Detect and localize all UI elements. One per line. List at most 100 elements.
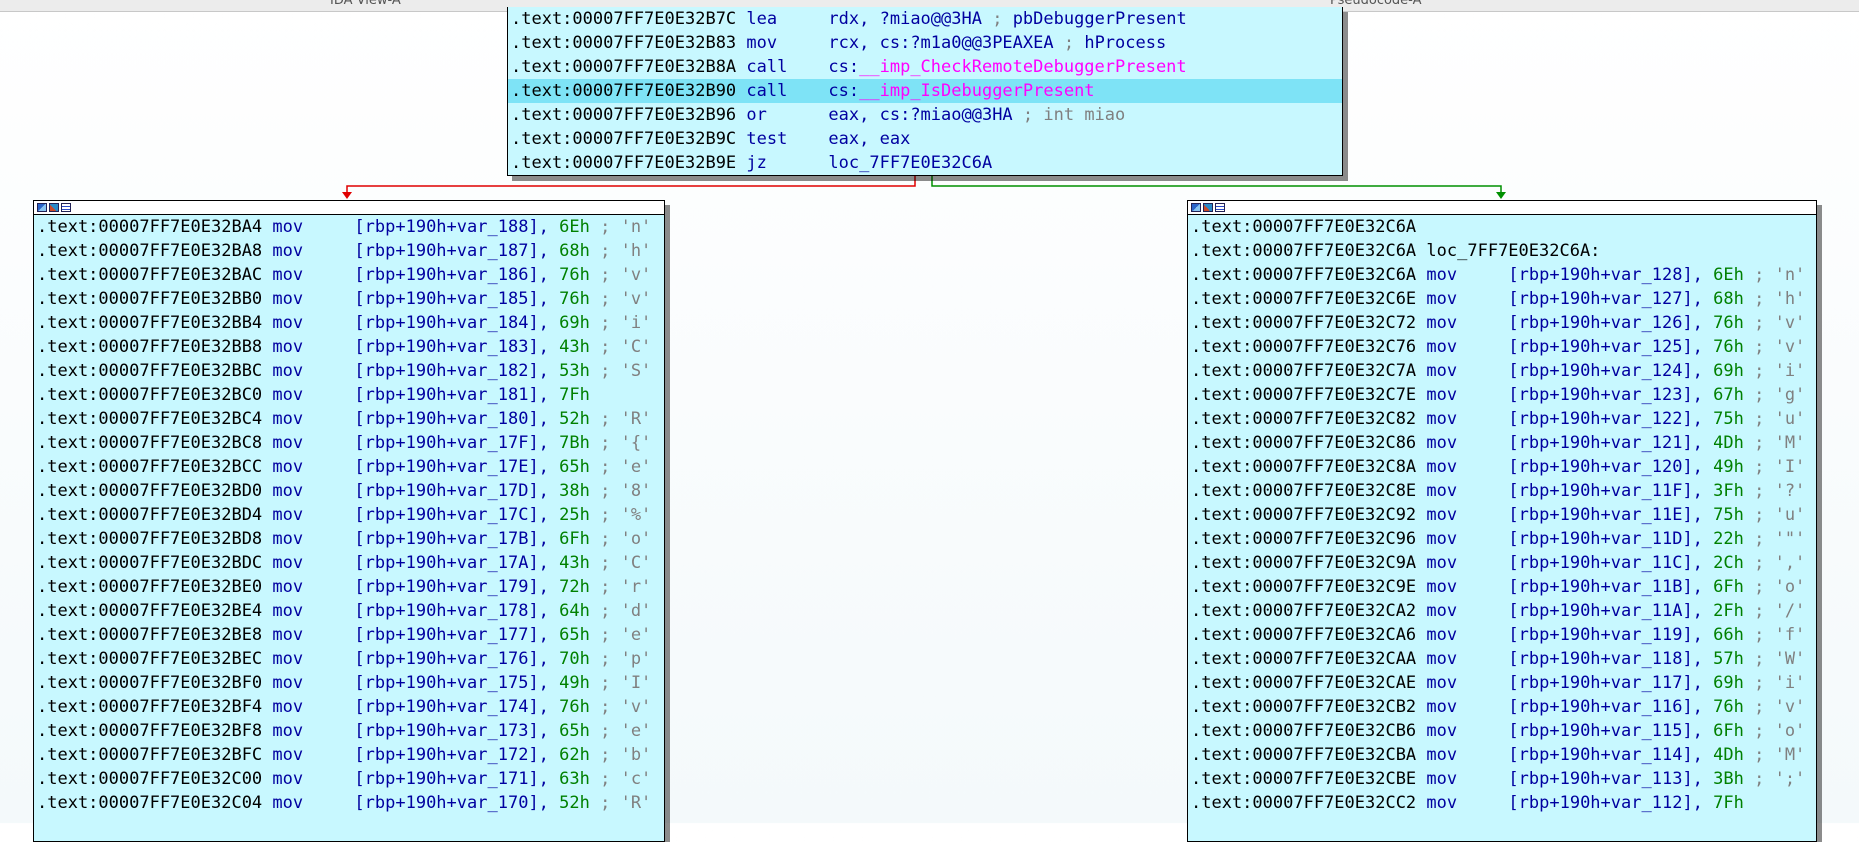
asm-line[interactable]: .text:00007FF7E0E32BB4 mov [rbp+190h+var_… [34,311,664,335]
immediate-value: 6Fh [1713,577,1744,597]
asm-line[interactable]: .text:00007FF7E0E32CAA mov [rbp+190h+var_… [1188,647,1816,671]
asm-line[interactable]: .text:00007FF7E0E32B83 mov rcx, cs:?m1a0@… [508,31,1342,55]
asm-line[interactable]: .text:00007FF7E0E32C6A loc_7FF7E0E32C6A: [1188,239,1816,263]
asm-line[interactable]: .text:00007FF7E0E32BD0 mov [rbp+190h+var_… [34,479,664,503]
asm-line[interactable]: .text:00007FF7E0E32C86 mov [rbp+190h+var_… [1188,431,1816,455]
asm-line[interactable]: .text:00007FF7E0E32BD8 mov [rbp+190h+var_… [34,527,664,551]
asm-line[interactable]: .text:00007FF7E0E32BB8 mov [rbp+190h+var_… [34,335,664,359]
stack-variable: var_177 [456,625,529,645]
block-list-icon[interactable] [61,203,71,212]
asm-line[interactable]: .text:00007FF7E0E32BF0 mov [rbp+190h+var_… [34,671,664,695]
asm-line[interactable]: .text:00007FF7E0E32BE0 mov [rbp+190h+var_… [34,575,664,599]
asm-line[interactable]: .text:00007FF7E0E32BF4 mov [rbp+190h+var_… [34,695,664,719]
asm-line[interactable]: .text:00007FF7E0E32BC0 mov [rbp+190h+var_… [34,383,664,407]
asm-line[interactable]: .text:00007FF7E0E32C82 mov [rbp+190h+var_… [1188,407,1816,431]
asm-line[interactable]: .text:00007FF7E0E32B9C test eax, eax [508,127,1342,151]
asm-line[interactable]: .text:00007FF7E0E32C72 mov [rbp+190h+var_… [1188,311,1816,335]
mnemonic: mov [272,217,304,237]
immediate-value: 6Fh [1713,721,1744,741]
operand-base: [rbp+190h+ [1508,697,1611,717]
block-list-icon[interactable] [1215,203,1225,212]
asm-line[interactable]: .text:00007FF7E0E32C76 mov [rbp+190h+var_… [1188,335,1816,359]
asm-line[interactable]: .text:00007FF7E0E32C6A mov [rbp+190h+var_… [1188,263,1816,287]
block-color-icon[interactable] [1191,203,1201,212]
operand-base: [rbp+190h+ [354,529,457,549]
asm-line[interactable]: .text:00007FF7E0E32BD4 mov [rbp+190h+var_… [34,503,664,527]
operand-base: [rbp+190h+ [1508,721,1611,741]
asm-line[interactable]: .text:00007FF7E0E32BE4 mov [rbp+190h+var_… [34,599,664,623]
operand-sep: ], [528,529,560,549]
stack-variable: var_178 [456,601,529,621]
stack-variable: var_173 [456,721,529,741]
asm-line[interactable]: .text:00007FF7E0E32C6E mov [rbp+190h+var_… [1188,287,1816,311]
operand-base: [rbp+190h+ [354,289,457,309]
asm-line[interactable]: .text:00007FF7E0E32BF8 mov [rbp+190h+var_… [34,719,664,743]
code-block-left[interactable]: .text:00007FF7E0E32BA4 mov [rbp+190h+var_… [33,200,665,842]
block-color-icon[interactable] [37,203,47,212]
immediate-value: 22h [1713,529,1744,549]
asm-line[interactable]: .text:00007FF7E0E32C96 mov [rbp+190h+var_… [1188,527,1816,551]
edge-true-branch [931,176,1502,194]
address: .text:00007FF7E0E32B7C [511,9,737,29]
address: .text:00007FF7E0E32BF4 [37,697,263,717]
asm-line[interactable]: .text:00007FF7E0E32B7C lea rdx, ?miao@@3H… [508,7,1342,31]
char-comment: ; 'v' [1743,313,1806,333]
char-comment: ; 'n' [589,217,652,237]
block-graph-icon[interactable] [49,203,59,212]
top-block-lines: .text:00007FF7E0E32B7C lea rdx, ?miao@@3H… [508,7,1342,175]
asm-line[interactable]: .text:00007FF7E0E32BB0 mov [rbp+190h+var_… [34,287,664,311]
asm-line[interactable]: .text:00007FF7E0E32CAE mov [rbp+190h+var_… [1188,671,1816,695]
operand-base: [rbp+190h+ [1508,577,1611,597]
asm-line[interactable]: .text:00007FF7E0E32B9E jz loc_7FF7E0E32C6… [508,151,1342,175]
asm-line[interactable]: .text:00007FF7E0E32CBA mov [rbp+190h+var_… [1188,743,1816,767]
code-block-right[interactable]: .text:00007FF7E0E32C6A .text:00007FF7E0E3… [1187,200,1817,842]
asm-line[interactable]: .text:00007FF7E0E32C9E mov [rbp+190h+var_… [1188,575,1816,599]
asm-line[interactable]: .text:00007FF7E0E32C7A mov [rbp+190h+var_… [1188,359,1816,383]
block-graph-icon[interactable] [1203,203,1213,212]
asm-line[interactable]: .text:00007FF7E0E32B90 call cs:__imp_IsDe… [508,79,1342,103]
asm-line[interactable]: .text:00007FF7E0E32CA2 mov [rbp+190h+var_… [1188,599,1816,623]
asm-line[interactable]: .text:00007FF7E0E32C00 mov [rbp+190h+var_… [34,767,664,791]
asm-line[interactable]: .text:00007FF7E0E32C9A mov [rbp+190h+var_… [1188,551,1816,575]
operand-base: [rbp+190h+ [354,601,457,621]
asm-line[interactable]: .text:00007FF7E0E32BC8 mov [rbp+190h+var_… [34,431,664,455]
asm-line[interactable]: .text:00007FF7E0E32C92 mov [rbp+190h+var_… [1188,503,1816,527]
asm-line[interactable]: .text:00007FF7E0E32CB2 mov [rbp+190h+var_… [1188,695,1816,719]
asm-line[interactable]: .text:00007FF7E0E32B8A call cs:__imp_Chec… [508,55,1342,79]
asm-line[interactable]: .text:00007FF7E0E32BE8 mov [rbp+190h+var_… [34,623,664,647]
operand-sep: ], [528,793,560,813]
asm-line[interactable]: .text:00007FF7E0E32BCC mov [rbp+190h+var_… [34,455,664,479]
asm-line[interactable]: .text:00007FF7E0E32C6A [1188,215,1816,239]
asm-line[interactable]: .text:00007FF7E0E32BA8 mov [rbp+190h+var_… [34,239,664,263]
operand: ; [1053,33,1085,53]
stack-variable: var_125 [1610,337,1683,357]
address: .text:00007FF7E0E32BB0 [37,289,263,309]
operand-sep: ], [1682,673,1714,693]
operand-sep: ], [528,217,560,237]
asm-line[interactable]: .text:00007FF7E0E32CB6 mov [rbp+190h+var_… [1188,719,1816,743]
asm-line[interactable]: .text:00007FF7E0E32B96 or eax, cs:?miao@@… [508,103,1342,127]
asm-line[interactable]: .text:00007FF7E0E32CC2 mov [rbp+190h+var_… [1188,791,1816,815]
stack-variable: var_127 [1610,289,1683,309]
asm-line[interactable]: .text:00007FF7E0E32BAC mov [rbp+190h+var_… [34,263,664,287]
asm-line[interactable]: .text:00007FF7E0E32C04 mov [rbp+190h+var_… [34,791,664,815]
operand-base: [rbp+190h+ [354,793,457,813]
asm-line[interactable]: .text:00007FF7E0E32BBC mov [rbp+190h+var_… [34,359,664,383]
operand-sep: ], [528,505,560,525]
address: .text:00007FF7E0E32B96 [511,105,737,125]
stack-variable: var_171 [456,769,529,789]
asm-line[interactable]: .text:00007FF7E0E32BFC mov [rbp+190h+var_… [34,743,664,767]
asm-line[interactable]: .text:00007FF7E0E32C8A mov [rbp+190h+var_… [1188,455,1816,479]
asm-line[interactable]: .text:00007FF7E0E32BDC mov [rbp+190h+var_… [34,551,664,575]
mnemonic: jz [746,153,767,173]
stack-variable: var_170 [456,793,529,813]
asm-line[interactable]: .text:00007FF7E0E32C7E mov [rbp+190h+var_… [1188,383,1816,407]
code-block-top[interactable]: .text:00007FF7E0E32B7C lea rdx, ?miao@@3H… [507,7,1343,176]
char-comment: ; 'v' [589,265,652,285]
asm-line[interactable]: .text:00007FF7E0E32CBE mov [rbp+190h+var_… [1188,767,1816,791]
asm-line[interactable]: .text:00007FF7E0E32BA4 mov [rbp+190h+var_… [34,215,664,239]
asm-line[interactable]: .text:00007FF7E0E32BC4 mov [rbp+190h+var_… [34,407,664,431]
asm-line[interactable]: .text:00007FF7E0E32CA6 mov [rbp+190h+var_… [1188,623,1816,647]
asm-line[interactable]: .text:00007FF7E0E32BEC mov [rbp+190h+var_… [34,647,664,671]
asm-line[interactable]: .text:00007FF7E0E32C8E mov [rbp+190h+var_… [1188,479,1816,503]
